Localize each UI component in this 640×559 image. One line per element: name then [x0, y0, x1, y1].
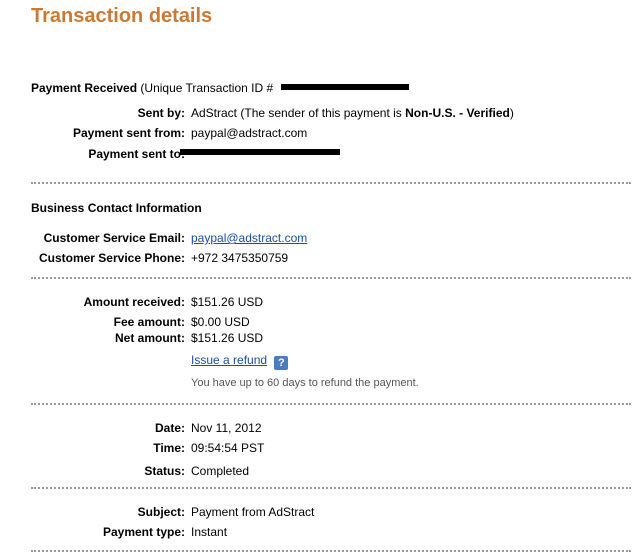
customer-service-phone-value: +972 3475350759 [191, 251, 289, 265]
fee-amount-value: $0.00 USD [191, 315, 250, 329]
sent-from-label: Payment sent from: [72, 126, 185, 140]
redacted-recipient-email [180, 149, 340, 155]
sender-verification-status: Non-U.S. - Verified [405, 106, 510, 120]
sender-note-prefix: (The sender of this payment is [240, 106, 402, 120]
payment-type-value: Instant [191, 525, 228, 539]
status-label: Status: [144, 464, 185, 478]
net-amount-label: Net amount: [115, 331, 185, 345]
subject-value: Payment from AdStract [191, 505, 315, 519]
refund-note: You have up to 60 days to refund the pay… [191, 377, 419, 389]
page-title: Transaction details [31, 5, 213, 27]
customer-service-email-label: Customer Service Email: [43, 231, 185, 245]
transaction-id-prefix: (Unique Transaction ID # [140, 81, 274, 95]
payment-received-label: Payment Received [31, 81, 138, 95]
subject-label: Subject: [137, 505, 185, 519]
divider [31, 182, 631, 184]
sender-note-suffix: ) [509, 106, 514, 120]
customer-service-phone-label: Customer Service Phone: [38, 251, 185, 265]
date-value: Nov 11, 2012 [191, 421, 262, 435]
time-label: Time: [153, 441, 185, 455]
divider [31, 277, 631, 279]
time-value: 09:54:54 PST [191, 441, 265, 455]
help-icon[interactable]: ? [274, 356, 289, 370]
sender-name: AdStract [191, 106, 238, 120]
status-value: Completed [191, 464, 250, 478]
amount-received-label: Amount received: [83, 295, 185, 309]
divider [31, 550, 631, 552]
payment-type-label: Payment type: [102, 525, 185, 539]
business-contact-heading: Business Contact Information [31, 201, 202, 215]
refund-row: Issue a refund ? [191, 353, 289, 370]
divider [31, 487, 631, 489]
payment-received-heading: Payment Received (Unique Transaction ID … [31, 81, 273, 95]
sent-by-label: Sent by: [137, 106, 185, 120]
amount-received-value: $151.26 USD [191, 295, 264, 309]
sent-from-value: paypal@adstract.com [191, 126, 308, 140]
redacted-transaction-id [281, 84, 409, 90]
sent-by-value: AdStract (The sender of this payment is … [191, 106, 514, 120]
issue-refund-link[interactable]: Issue a refund [191, 353, 267, 367]
net-amount-value: $151.26 USD [191, 331, 264, 345]
customer-service-email-link[interactable]: paypal@adstract.com [191, 231, 307, 245]
fee-amount-label: Fee amount: [113, 315, 185, 329]
sent-to-label: Payment sent to: [88, 147, 185, 161]
divider [31, 403, 631, 405]
date-label: Date: [154, 421, 185, 435]
